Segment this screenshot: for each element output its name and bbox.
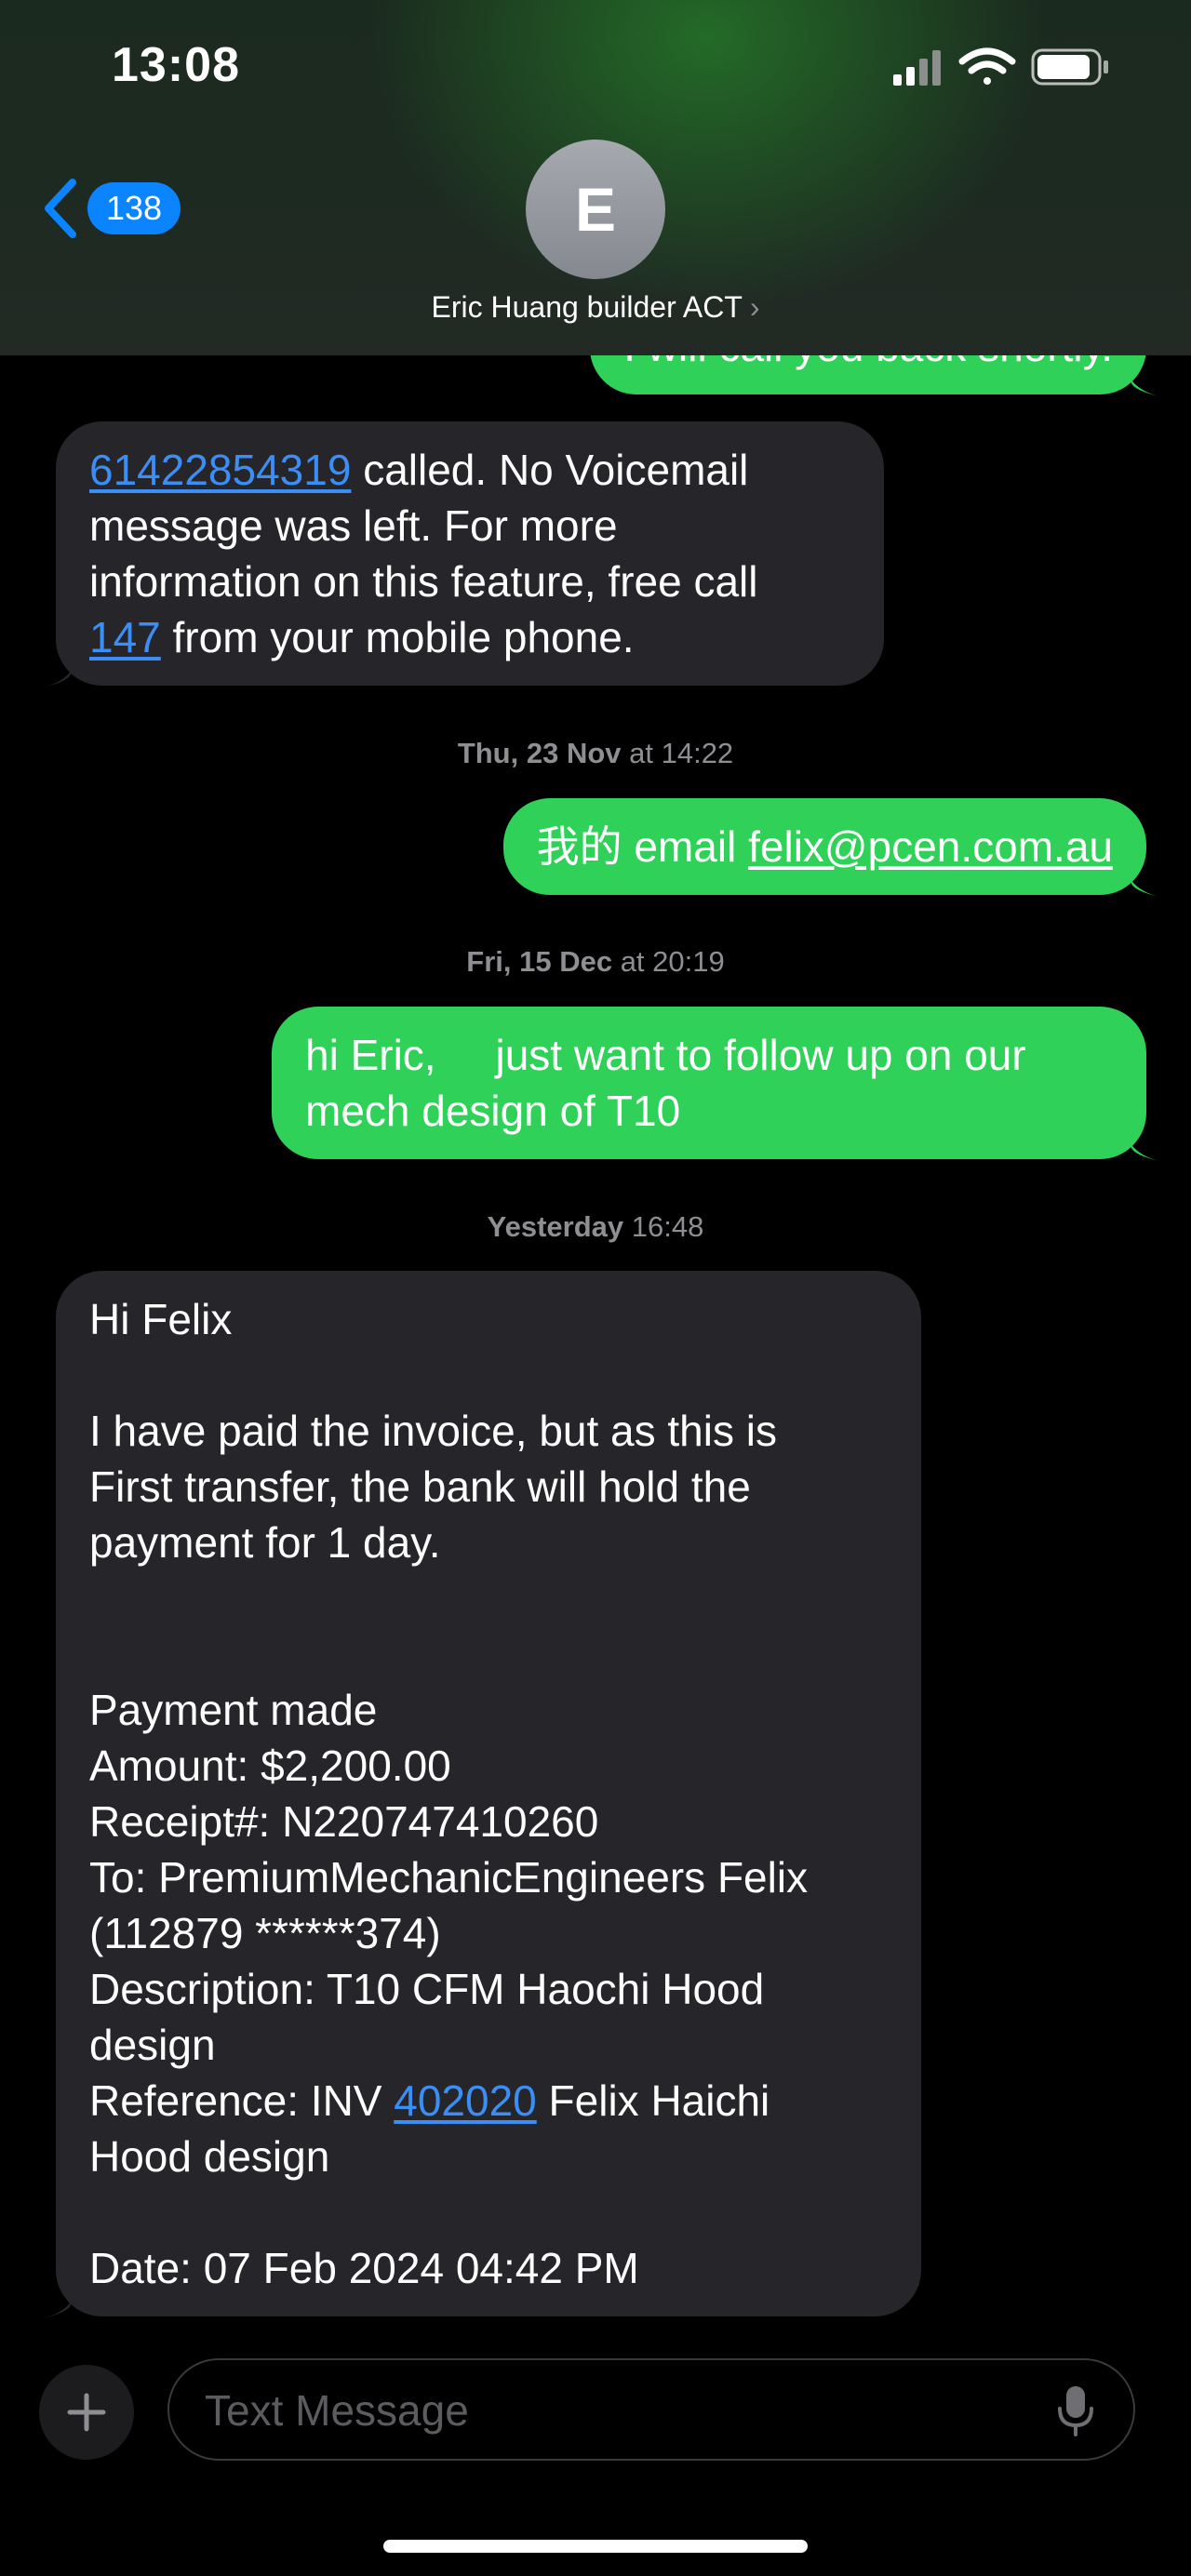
incoming-message[interactable]: 61422854319 called. No Voicemail message … xyxy=(43,421,884,687)
message-line: I have paid the invoice, but as this is xyxy=(89,1403,888,1459)
message-line: mech design of T10 xyxy=(305,1083,1113,1139)
message-text: Reference: INV xyxy=(89,2076,395,2125)
contact-name-label: Eric Huang builder ACT xyxy=(431,290,743,324)
outgoing-message[interactable]: hi Eric, just want to follow up on our me… xyxy=(272,1007,1159,1161)
avatar-initial: E xyxy=(574,175,617,244)
message-input[interactable] xyxy=(205,2381,1005,2440)
chevron-right-icon: › xyxy=(749,290,760,324)
message-text: from your mobile phone. xyxy=(160,613,635,661)
message-text: Date: 07 Feb 2024 04:42 PM xyxy=(89,2244,639,2292)
message-link[interactable]: felix@pcen.com.au xyxy=(748,822,1113,871)
bubble-tail xyxy=(43,650,80,687)
message-line: Payment made xyxy=(89,1682,888,1738)
outgoing-message[interactable]: 我的 email felix@pcen.com.au xyxy=(502,798,1159,897)
message-line: Reference: INV 402020 Felix Haichi xyxy=(89,2073,888,2129)
message-line: payment for 1 day. xyxy=(89,1515,888,1570)
timestamp: Thu, 23 Nov at 14:22 xyxy=(457,737,734,769)
message-link[interactable]: 61422854319 xyxy=(89,446,351,494)
message-text: Receipt#: N220747410260 xyxy=(89,1797,599,1846)
message-text: (112879 ******374) xyxy=(89,1909,441,1957)
message-text: Amount: $2,200.00 xyxy=(89,1742,451,1790)
message-text: information on this feature, free call xyxy=(89,557,758,606)
chevron-left-icon xyxy=(45,179,76,238)
message-line: (112879 ******374) xyxy=(89,1905,888,1961)
message-line: hi Eric, just want to follow up on our xyxy=(305,1027,1113,1083)
message-line: Receipt#: N220747410260 xyxy=(89,1794,888,1849)
timestamp: Fri, 15 Dec at 20:19 xyxy=(466,945,725,978)
bubble-tail xyxy=(43,2281,80,2318)
message-link[interactable]: 402020 xyxy=(394,2076,537,2125)
bubble-tail xyxy=(1122,1124,1159,1161)
add-attachment-button[interactable] xyxy=(39,2365,134,2460)
message-text: mech design of T10 xyxy=(305,1087,681,1135)
message-text: First transfer, the bank will hold the xyxy=(89,1462,751,1511)
status-icons xyxy=(893,47,1108,86)
status-time: 13:08 xyxy=(112,38,240,92)
message-text: message was left. For more xyxy=(89,501,618,550)
message-line: To: PremiumMechanicEngineers Felix xyxy=(89,1849,888,1905)
contact-name[interactable]: Eric Huang builder ACT › xyxy=(0,290,1191,325)
message-text: Felix Haichi xyxy=(536,2076,770,2125)
message-input-container[interactable] xyxy=(167,2358,1135,2461)
message-text: 我的 email xyxy=(536,822,749,871)
battery-icon xyxy=(1031,48,1108,86)
message-line: 147 from your mobile phone. xyxy=(89,609,850,665)
wifi-icon xyxy=(958,47,1016,85)
message-line: design xyxy=(89,2017,888,2073)
message-text: To: PremiumMechanicEngineers Felix xyxy=(89,1853,809,1902)
message-text: design xyxy=(89,2021,216,2069)
message-line: Date: 07 Feb 2024 04:42 PM xyxy=(89,2240,888,2296)
message-line: Hi Felix xyxy=(89,1291,888,1347)
message-text: Hood design xyxy=(89,2132,330,2181)
bubble-tail xyxy=(1122,359,1159,396)
message-line: 61422854319 called. No Voicemail xyxy=(89,442,850,498)
avatar[interactable]: E xyxy=(526,140,665,279)
message-line: information on this feature, free call xyxy=(89,554,850,609)
message-text: Hi Felix xyxy=(89,1295,233,1343)
message-line: 我的 email felix@pcen.com.au xyxy=(537,819,1113,874)
message-text: hi Eric, just want to follow up on our xyxy=(305,1031,1026,1079)
message-text: Payment made xyxy=(89,1686,378,1734)
message-link[interactable]: 147 xyxy=(89,613,161,661)
cellular-signal-icon xyxy=(893,50,941,86)
message-line: Amount: $2,200.00 xyxy=(89,1738,888,1794)
composer-bar xyxy=(0,2344,1191,2576)
home-indicator xyxy=(383,2540,808,2553)
message-line: First transfer, the bank will hold the xyxy=(89,1459,888,1515)
microphone-icon[interactable] xyxy=(1057,2384,1094,2438)
message-text: payment for 1 day. xyxy=(89,1518,441,1567)
conversation-header: 13:08 138 E Eric Huang builder ACT › xyxy=(0,0,1191,355)
message-text: called. No Voicemail xyxy=(351,446,749,494)
incoming-message[interactable]: Hi Felix I have paid the invoice, but as … xyxy=(43,1271,921,2318)
message-text: Description: T10 CFM Haochi Hood xyxy=(89,1965,765,2013)
plus-icon xyxy=(67,2393,106,2432)
bubble-tail xyxy=(1122,860,1159,897)
message-line: Hood design xyxy=(89,2129,888,2184)
unread-count-badge: 138 xyxy=(87,182,181,234)
back-button[interactable]: 138 xyxy=(43,175,181,242)
message-line: message was left. For more xyxy=(89,498,850,554)
message-text: I have paid the invoice, but as this is xyxy=(89,1407,777,1455)
message-line: Description: T10 CFM Haochi Hood xyxy=(89,1961,888,2017)
timestamp: Yesterday 16:48 xyxy=(487,1210,704,1243)
